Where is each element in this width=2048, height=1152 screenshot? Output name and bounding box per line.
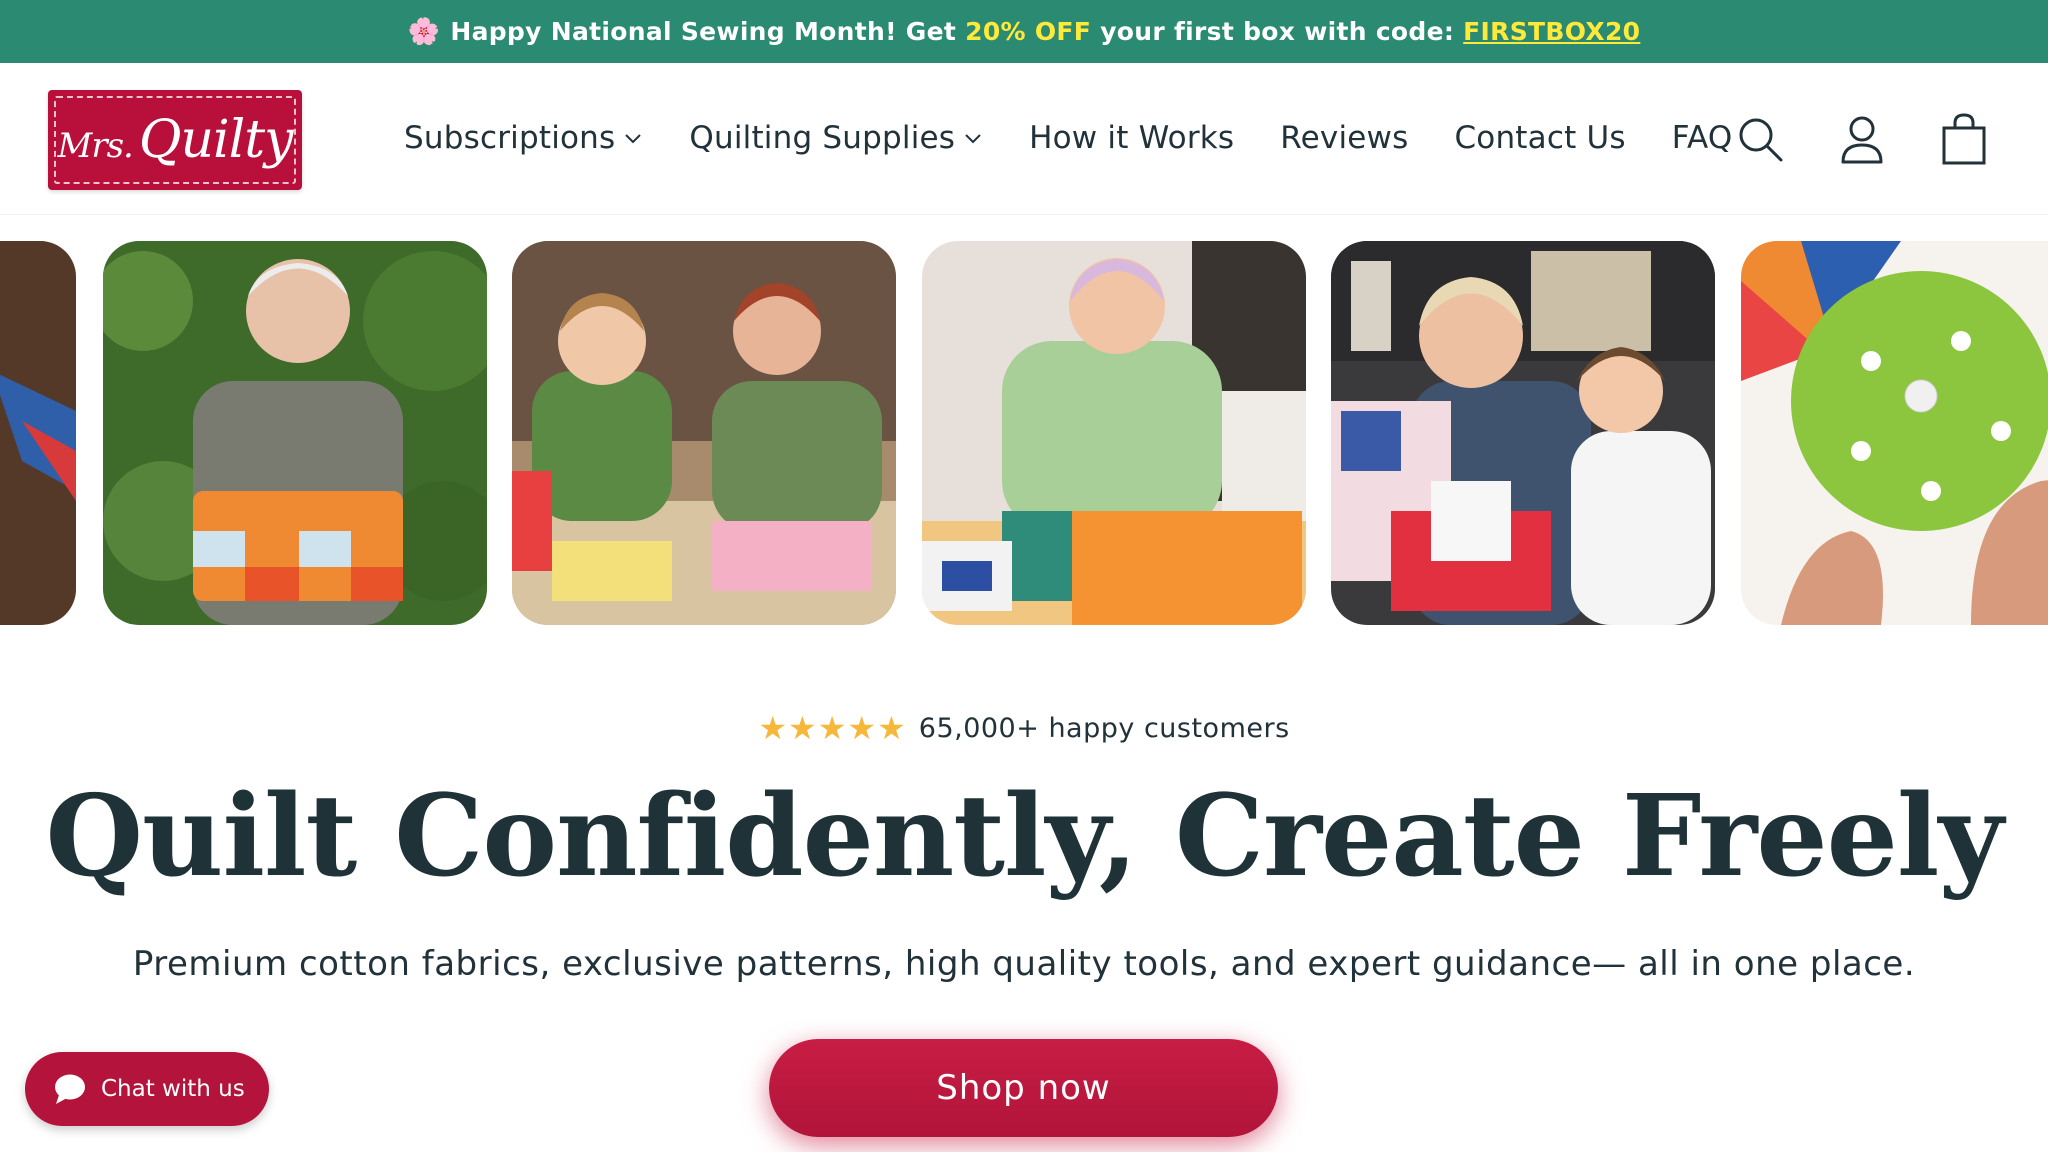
woman-cutting-fabric-image [922, 241, 1306, 625]
flower-icon: 🌸 [407, 16, 441, 47]
shop-now-button[interactable]: Shop now [769, 1039, 1278, 1137]
carousel-image-5 [1331, 241, 1715, 625]
carousel-image-3 [512, 241, 896, 625]
grandmother-girl-quilty-box-image [1331, 241, 1715, 625]
nav-item-quilting-supplies[interactable]: Quilting Supplies [689, 120, 983, 156]
star-icon: ★ [758, 709, 788, 747]
nav-label: Contact Us [1454, 120, 1626, 156]
star-icon: ★ [847, 709, 877, 747]
carousel-image-2 [103, 241, 487, 625]
search-icon [1739, 118, 1783, 162]
quilted-item-image [0, 241, 76, 625]
logo[interactable]: Mrs. Quilty [48, 90, 302, 190]
rating-row: ★ ★ ★ ★ ★ 65,000+ happy customers [0, 712, 2048, 744]
logo-text-main: Quilty [138, 110, 294, 170]
nav-item-contact-us[interactable]: Contact Us [1454, 120, 1625, 156]
image-carousel[interactable] [0, 241, 2048, 625]
nav-label: How it Works [1029, 120, 1235, 156]
announcement-discount: 20% OFF [965, 17, 1092, 46]
promo-code-link[interactable]: FIRSTBOX20 [1463, 17, 1640, 46]
star-rating: ★ ★ ★ ★ ★ [758, 712, 906, 744]
nav-label: Subscriptions [404, 120, 616, 156]
nav-item-reviews[interactable]: Reviews [1280, 120, 1408, 156]
chevron-down-icon [965, 134, 981, 144]
nav-label: Quilting Supplies [689, 120, 956, 156]
nav-item-how-it-works[interactable]: How it Works [1029, 120, 1234, 156]
woman-basket-image [103, 241, 487, 625]
search-button[interactable] [1732, 111, 1788, 167]
announcement-text: Happy National Sewing Month! Get [450, 17, 957, 46]
header-icons [1686, 111, 1992, 167]
account-button[interactable] [1834, 111, 1890, 167]
hero-subheadline: Premium cotton fabrics, exclusive patter… [132, 944, 1916, 984]
announcement-bar: 🌸 Happy National Sewing Month! Get 20% O… [0, 0, 2048, 63]
chat-label: Chat with us [101, 1076, 245, 1102]
chat-button[interactable]: Chat with us [25, 1052, 269, 1126]
cart-button[interactable] [1936, 111, 1992, 167]
star-icon: ★ [788, 709, 817, 747]
main-nav: Subscriptions Quilting Supplies How it W… [404, 113, 1778, 163]
chevron-down-icon [625, 134, 642, 144]
carousel-image-6 [1741, 241, 2048, 625]
hero-headline: Quilt Confidently, Create Freely [45, 771, 2003, 902]
girl-woman-sewing-image [512, 241, 896, 625]
carousel-image-4 [922, 241, 1306, 625]
nav-item-subscriptions[interactable]: Subscriptions [404, 120, 643, 156]
logo-text: Mrs. Quilty [57, 110, 294, 170]
carousel-image-1 [0, 241, 76, 625]
announcement-text-2: your first box with code: [1100, 17, 1455, 46]
rating-text: 65,000+ happy customers [918, 712, 1290, 744]
green-pincushion-image [1741, 241, 2048, 625]
logo-text-small: Mrs. [57, 126, 134, 166]
star-icon: ★ [817, 709, 847, 747]
nav-label: Reviews [1280, 120, 1409, 156]
site-header: Mrs. Quilty Subscriptions Quilting Suppli… [0, 63, 2048, 215]
cart-icon [1942, 113, 1986, 165]
star-icon: ★ [877, 709, 906, 747]
chat-bubble-icon [55, 1074, 85, 1104]
account-icon [1841, 116, 1883, 164]
